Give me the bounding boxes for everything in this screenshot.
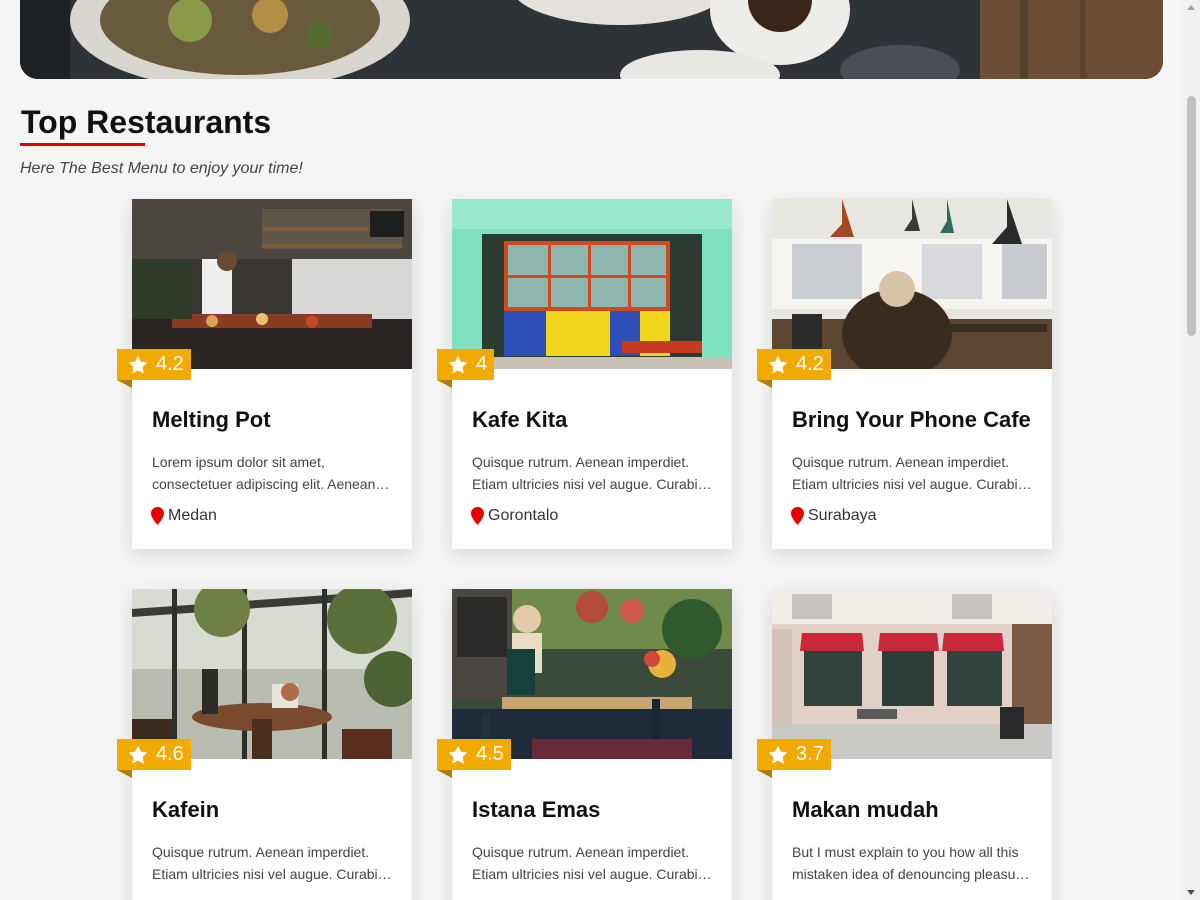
restaurant-location: Medan	[151, 507, 217, 525]
restaurant-card[interactable]: 4.5 Istana Emas Quisque rutrum. Aenean i…	[437, 589, 732, 900]
restaurant-card[interactable]: 4.2 Bring Your Phone Cafe Quisque rutrum…	[757, 199, 1052, 549]
star-icon	[128, 745, 148, 764]
restaurant-name[interactable]: Istana Emas	[472, 797, 600, 823]
rating-value: 4	[476, 353, 488, 375]
city-name: Surabaya	[808, 507, 877, 524]
restaurant-description: Quisque rutrum. Aenean imperdiet. Etiam …	[792, 454, 1032, 492]
restaurant-name[interactable]: Bring Your Phone Cafe	[792, 407, 1031, 433]
section-title: Top Restaurants	[21, 104, 272, 140]
restaurant-image	[132, 589, 412, 759]
rating-badge: 4.6	[117, 739, 191, 778]
restaurant-image	[452, 199, 732, 369]
star-icon	[128, 355, 148, 374]
rating-value: 4.2	[156, 353, 184, 375]
city-name: Medan	[168, 507, 217, 524]
restaurant-name[interactable]: Kafe Kita	[472, 407, 567, 433]
restaurant-card[interactable]: 4 Kafe Kita Quisque rutrum. Aenean imper…	[437, 199, 732, 549]
restaurant-image	[772, 589, 1052, 759]
restaurant-location: Gorontalo	[471, 507, 558, 525]
scroll-thumb[interactable]	[1187, 96, 1196, 336]
title-underline	[20, 143, 145, 146]
rating-value: 4.2	[796, 353, 824, 375]
city-name: Gorontalo	[488, 507, 559, 524]
restaurant-location: Surabaya	[791, 507, 877, 525]
star-icon	[768, 355, 788, 374]
restaurant-image	[772, 199, 1052, 369]
restaurant-name[interactable]: Melting Pot	[152, 407, 271, 433]
location-pin-icon	[151, 507, 164, 525]
scroll-up-arrow-icon[interactable]	[1187, 5, 1195, 10]
rating-value: 3.7	[796, 743, 824, 765]
restaurant-name[interactable]: Makan mudah	[792, 797, 939, 823]
restaurant-image	[452, 589, 732, 759]
section-subtitle: Here The Best Menu to enjoy your time!	[20, 160, 303, 177]
star-icon	[448, 355, 468, 374]
restaurant-description: Quisque rutrum. Aenean imperdiet. Etiam …	[472, 454, 712, 492]
restaurant-name[interactable]: Kafein	[152, 797, 219, 823]
location-pin-icon	[471, 507, 484, 525]
restaurant-card[interactable]: 3.7 Makan mudah But I must explain to yo…	[757, 589, 1052, 900]
star-icon	[768, 745, 788, 764]
rating-value: 4.5	[476, 743, 504, 765]
rating-badge: 4	[437, 349, 495, 388]
page-scrollbar[interactable]	[1183, 0, 1200, 900]
restaurant-description: Quisque rutrum. Aenean imperdiet. Etiam …	[152, 844, 392, 882]
star-icon	[448, 745, 468, 764]
restaurant-card[interactable]: 4.2 Melting Pot Lorem ipsum dolor sit am…	[117, 199, 412, 549]
rating-badge: 4.2	[757, 349, 831, 388]
restaurant-image	[132, 199, 412, 369]
restaurant-description: Lorem ipsum dolor sit amet, consectetuer…	[152, 454, 392, 492]
hero-banner-image	[20, 0, 1163, 79]
restaurant-card[interactable]: 4.6 Kafein Quisque rutrum. Aenean imperd…	[117, 589, 412, 900]
restaurant-description: But I must explain to you how all this m…	[792, 844, 1032, 882]
scroll-down-arrow-icon[interactable]	[1187, 890, 1195, 895]
rating-badge: 3.7	[757, 739, 831, 778]
rating-badge: 4.5	[437, 739, 511, 778]
location-pin-icon	[791, 507, 804, 525]
rating-value: 4.6	[156, 743, 184, 765]
restaurant-description: Quisque rutrum. Aenean imperdiet. Etiam …	[472, 844, 712, 882]
rating-badge: 4.2	[117, 349, 191, 388]
